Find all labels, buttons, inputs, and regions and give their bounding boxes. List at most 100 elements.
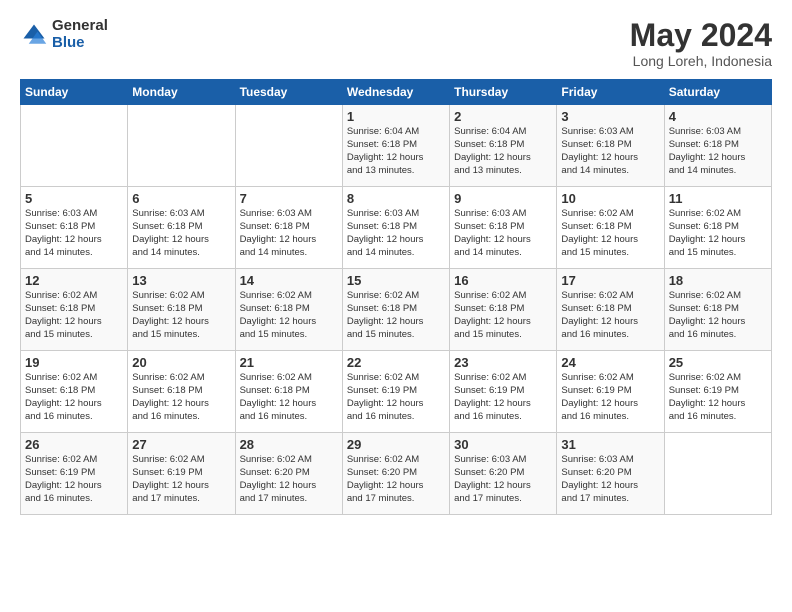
day-number: 23	[454, 355, 552, 370]
week-row-3: 19 Sunrise: 6:02 AM Sunset: 6:18 PM Dayli…	[21, 351, 772, 433]
day-info: Sunrise: 6:02 AM Sunset: 6:18 PM Dayligh…	[25, 290, 123, 341]
calendar-cell: 31 Sunrise: 6:03 AM Sunset: 6:20 PM Dayli…	[557, 433, 664, 515]
calendar-cell: 9 Sunrise: 6:03 AM Sunset: 6:18 PM Daylig…	[450, 187, 557, 269]
day-info: Sunrise: 6:02 AM Sunset: 6:18 PM Dayligh…	[561, 290, 659, 341]
calendar-cell: 1 Sunrise: 6:04 AM Sunset: 6:18 PM Daylig…	[342, 105, 449, 187]
day-info: Sunrise: 6:02 AM Sunset: 6:18 PM Dayligh…	[669, 290, 767, 341]
day-number: 13	[132, 273, 230, 288]
header-row: SundayMondayTuesdayWednesdayThursdayFrid…	[21, 80, 772, 105]
calendar-cell: 5Sunrise: 6:03 AM Sunset: 6:18 PM Daylig…	[21, 187, 128, 269]
day-info: Sunrise: 6:03 AM Sunset: 6:18 PM Dayligh…	[561, 126, 659, 177]
day-info: Sunrise: 6:02 AM Sunset: 6:18 PM Dayligh…	[25, 372, 123, 423]
calendar-cell: 23 Sunrise: 6:02 AM Sunset: 6:19 PM Dayli…	[450, 351, 557, 433]
day-header-thursday: Thursday	[450, 80, 557, 105]
title-block: May 2024 Long Loreh, Indonesia	[630, 18, 772, 69]
day-number: 30	[454, 437, 552, 452]
day-number: 27	[132, 437, 230, 452]
day-number: 28	[240, 437, 338, 452]
calendar-cell	[128, 105, 235, 187]
calendar-cell	[664, 433, 771, 515]
day-header-friday: Friday	[557, 80, 664, 105]
day-number: 29	[347, 437, 445, 452]
day-number: 26	[25, 437, 123, 452]
day-info: Sunrise: 6:02 AM Sunset: 6:19 PM Dayligh…	[454, 372, 552, 423]
day-info: Sunrise: 6:02 AM Sunset: 6:19 PM Dayligh…	[347, 372, 445, 423]
calendar-cell: 8Sunrise: 6:03 AM Sunset: 6:18 PM Daylig…	[342, 187, 449, 269]
day-info: Sunrise: 6:02 AM Sunset: 6:18 PM Dayligh…	[454, 290, 552, 341]
day-info: Sunrise: 6:02 AM Sunset: 6:18 PM Dayligh…	[347, 290, 445, 341]
calendar-cell: 11Sunrise: 6:02 AM Sunset: 6:18 PM Dayli…	[664, 187, 771, 269]
day-info: Sunrise: 6:04 AM Sunset: 6:18 PM Dayligh…	[454, 126, 552, 177]
day-number: 2	[454, 109, 552, 124]
day-number: 10	[561, 191, 659, 206]
calendar-cell: 2 Sunrise: 6:04 AM Sunset: 6:18 PM Daylig…	[450, 105, 557, 187]
day-info: Sunrise: 6:02 AM Sunset: 6:19 PM Dayligh…	[561, 372, 659, 423]
day-info: Sunrise: 6:02 AM Sunset: 6:20 PM Dayligh…	[347, 454, 445, 505]
day-number: 16	[454, 273, 552, 288]
logo: General Blue	[20, 18, 108, 51]
calendar-table: SundayMondayTuesdayWednesdayThursdayFrid…	[20, 79, 772, 515]
calendar-cell: 6Sunrise: 6:03 AM Sunset: 6:18 PM Daylig…	[128, 187, 235, 269]
calendar-cell	[235, 105, 342, 187]
calendar-cell: 24 Sunrise: 6:02 AM Sunset: 6:19 PM Dayli…	[557, 351, 664, 433]
day-number: 20	[132, 355, 230, 370]
calendar-cell: 12 Sunrise: 6:02 AM Sunset: 6:18 PM Dayli…	[21, 269, 128, 351]
logo-general: General	[52, 18, 108, 35]
calendar-cell: 29 Sunrise: 6:02 AM Sunset: 6:20 PM Dayli…	[342, 433, 449, 515]
day-info: Sunrise: 6:02 AM Sunset: 6:20 PM Dayligh…	[240, 454, 338, 505]
day-number: 3	[561, 109, 659, 124]
day-info: Sunrise: 6:03 AM Sunset: 6:18 PM Dayligh…	[347, 208, 445, 259]
logo-blue: Blue	[52, 35, 108, 52]
week-row-4: 26 Sunrise: 6:02 AM Sunset: 6:19 PM Dayli…	[21, 433, 772, 515]
day-number: 24	[561, 355, 659, 370]
day-number: 9	[454, 191, 552, 206]
day-info: Sunrise: 6:03 AM Sunset: 6:18 PM Dayligh…	[132, 208, 230, 259]
week-row-1: 5Sunrise: 6:03 AM Sunset: 6:18 PM Daylig…	[21, 187, 772, 269]
calendar-cell: 19 Sunrise: 6:02 AM Sunset: 6:18 PM Dayli…	[21, 351, 128, 433]
calendar-cell: 7Sunrise: 6:03 AM Sunset: 6:18 PM Daylig…	[235, 187, 342, 269]
calendar-cell: 30 Sunrise: 6:03 AM Sunset: 6:20 PM Dayli…	[450, 433, 557, 515]
day-info: Sunrise: 6:02 AM Sunset: 6:18 PM Dayligh…	[132, 372, 230, 423]
calendar-cell: 14 Sunrise: 6:02 AM Sunset: 6:18 PM Dayli…	[235, 269, 342, 351]
calendar-cell: 16 Sunrise: 6:02 AM Sunset: 6:18 PM Dayli…	[450, 269, 557, 351]
day-info: Sunrise: 6:02 AM Sunset: 6:18 PM Dayligh…	[561, 208, 659, 259]
day-number: 17	[561, 273, 659, 288]
day-info: Sunrise: 6:03 AM Sunset: 6:20 PM Dayligh…	[561, 454, 659, 505]
subtitle: Long Loreh, Indonesia	[630, 53, 772, 69]
logo-icon	[20, 21, 48, 49]
calendar-cell	[21, 105, 128, 187]
week-row-0: 1 Sunrise: 6:04 AM Sunset: 6:18 PM Daylig…	[21, 105, 772, 187]
calendar-cell: 17 Sunrise: 6:02 AM Sunset: 6:18 PM Dayli…	[557, 269, 664, 351]
day-number: 25	[669, 355, 767, 370]
calendar-cell: 22Sunrise: 6:02 AM Sunset: 6:19 PM Dayli…	[342, 351, 449, 433]
calendar-cell: 27 Sunrise: 6:02 AM Sunset: 6:19 PM Dayli…	[128, 433, 235, 515]
day-info: Sunrise: 6:02 AM Sunset: 6:18 PM Dayligh…	[240, 290, 338, 341]
day-info: Sunrise: 6:02 AM Sunset: 6:18 PM Dayligh…	[240, 372, 338, 423]
day-info: Sunrise: 6:03 AM Sunset: 6:20 PM Dayligh…	[454, 454, 552, 505]
calendar-cell: 26Sunrise: 6:02 AM Sunset: 6:19 PM Dayli…	[21, 433, 128, 515]
day-info: Sunrise: 6:02 AM Sunset: 6:18 PM Dayligh…	[132, 290, 230, 341]
day-number: 31	[561, 437, 659, 452]
day-number: 1	[347, 109, 445, 124]
day-info: Sunrise: 6:02 AM Sunset: 6:19 PM Dayligh…	[132, 454, 230, 505]
day-header-saturday: Saturday	[664, 80, 771, 105]
day-number: 11	[669, 191, 767, 206]
day-info: Sunrise: 6:03 AM Sunset: 6:18 PM Dayligh…	[669, 126, 767, 177]
day-header-monday: Monday	[128, 80, 235, 105]
day-number: 14	[240, 273, 338, 288]
day-number: 21	[240, 355, 338, 370]
day-number: 7	[240, 191, 338, 206]
day-number: 19	[25, 355, 123, 370]
day-number: 12	[25, 273, 123, 288]
day-info: Sunrise: 6:03 AM Sunset: 6:18 PM Dayligh…	[25, 208, 123, 259]
day-info: Sunrise: 6:03 AM Sunset: 6:18 PM Dayligh…	[454, 208, 552, 259]
calendar-cell: 15Sunrise: 6:02 AM Sunset: 6:18 PM Dayli…	[342, 269, 449, 351]
main-title: May 2024	[630, 18, 772, 53]
day-info: Sunrise: 6:04 AM Sunset: 6:18 PM Dayligh…	[347, 126, 445, 177]
calendar-cell: 13 Sunrise: 6:02 AM Sunset: 6:18 PM Dayli…	[128, 269, 235, 351]
calendar-cell: 4Sunrise: 6:03 AM Sunset: 6:18 PM Daylig…	[664, 105, 771, 187]
day-header-wednesday: Wednesday	[342, 80, 449, 105]
header: General Blue May 2024 Long Loreh, Indone…	[20, 18, 772, 69]
calendar-cell: 28 Sunrise: 6:02 AM Sunset: 6:20 PM Dayli…	[235, 433, 342, 515]
day-header-tuesday: Tuesday	[235, 80, 342, 105]
